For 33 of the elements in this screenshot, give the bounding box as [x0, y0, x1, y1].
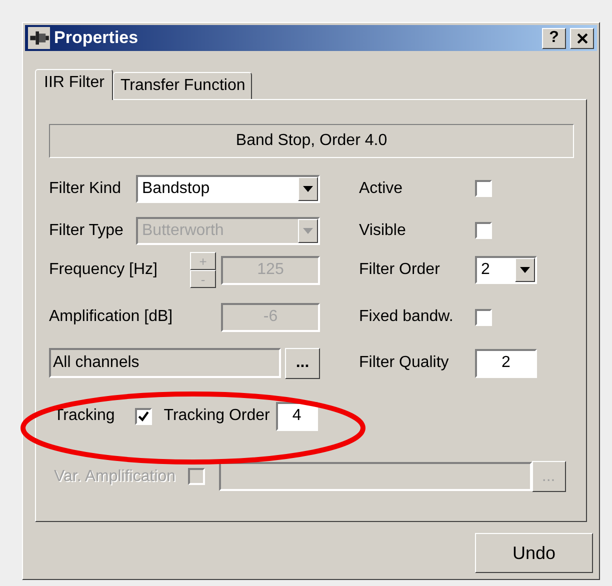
- field-label: Tracking Order: [164, 407, 270, 425]
- summary-field: Band Stop, Order 4.0: [49, 124, 574, 158]
- field-label: Visible: [359, 222, 407, 240]
- checkbox[interactable]: [134, 408, 152, 424]
- field-label: Amplification [dB]: [49, 308, 174, 326]
- plug-icon: [28, 27, 50, 49]
- caret-icon: [303, 186, 313, 192]
- field-label: Frequency [Hz]: [49, 261, 158, 279]
- tab[interactable]: Transfer Function: [113, 72, 252, 99]
- browse-button[interactable]: ...: [285, 348, 320, 378]
- field-label: Filter Quality: [359, 354, 450, 372]
- field-label: Tracking: [54, 407, 115, 425]
- dropdown[interactable]: Bandstop: [136, 174, 320, 202]
- help-button[interactable]: ?: [542, 28, 566, 48]
- field-label: Active: [359, 180, 404, 198]
- window-title: Properties: [54, 28, 140, 48]
- field-label: Filter Type: [49, 222, 124, 240]
- caret-icon: [520, 267, 530, 273]
- dropdown[interactable]: 2: [475, 256, 537, 284]
- checkbox[interactable]: [475, 180, 492, 197]
- input-field[interactable]: 2: [475, 348, 537, 378]
- channels-field[interactable]: All channels: [49, 348, 281, 378]
- tab[interactable]: IIR Filter: [35, 69, 114, 100]
- input-field[interactable]: 4: [276, 402, 318, 430]
- checkbox[interactable]: [475, 222, 492, 239]
- close-button[interactable]: [570, 28, 594, 48]
- field-label: Filter Order: [359, 261, 441, 279]
- caret-icon: [303, 228, 313, 234]
- field-label: Fixed bandw.: [359, 308, 454, 326]
- field-label: Filter Kind: [49, 180, 122, 198]
- close-icon: [576, 32, 588, 44]
- checkbox[interactable]: [475, 308, 492, 326]
- undo-button[interactable]: Undo: [475, 533, 593, 573]
